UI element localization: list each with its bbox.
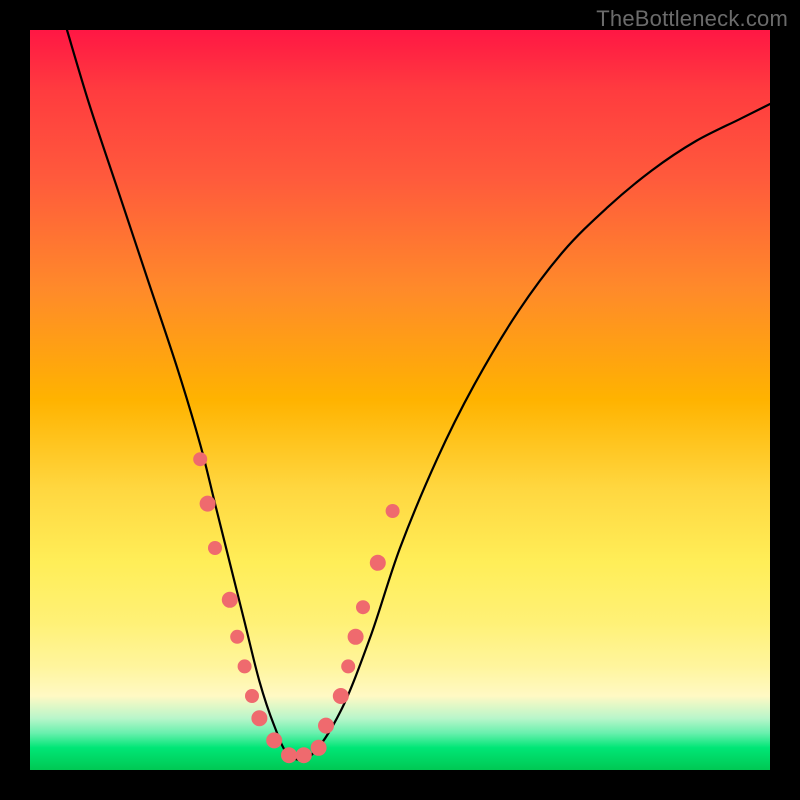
watermark-text: TheBottleneck.com xyxy=(596,6,788,32)
curve-markers xyxy=(30,30,770,770)
curve-marker xyxy=(266,732,282,748)
curve-marker xyxy=(333,688,349,704)
curve-marker xyxy=(281,747,297,763)
curve-marker xyxy=(238,659,252,673)
curve-marker xyxy=(356,600,370,614)
curve-marker xyxy=(341,659,355,673)
curve-marker xyxy=(348,629,364,645)
curve-marker xyxy=(230,630,244,644)
curve-marker xyxy=(208,541,222,555)
curve-marker xyxy=(370,555,386,571)
curve-marker xyxy=(193,452,207,466)
curve-marker xyxy=(311,740,327,756)
curve-marker xyxy=(245,689,259,703)
curve-marker xyxy=(296,747,312,763)
curve-marker xyxy=(318,718,334,734)
curve-marker xyxy=(386,504,400,518)
chart-frame: TheBottleneck.com xyxy=(0,0,800,800)
curve-marker xyxy=(251,710,267,726)
curve-marker xyxy=(222,592,238,608)
curve-marker xyxy=(200,496,216,512)
plot-area xyxy=(30,30,770,770)
